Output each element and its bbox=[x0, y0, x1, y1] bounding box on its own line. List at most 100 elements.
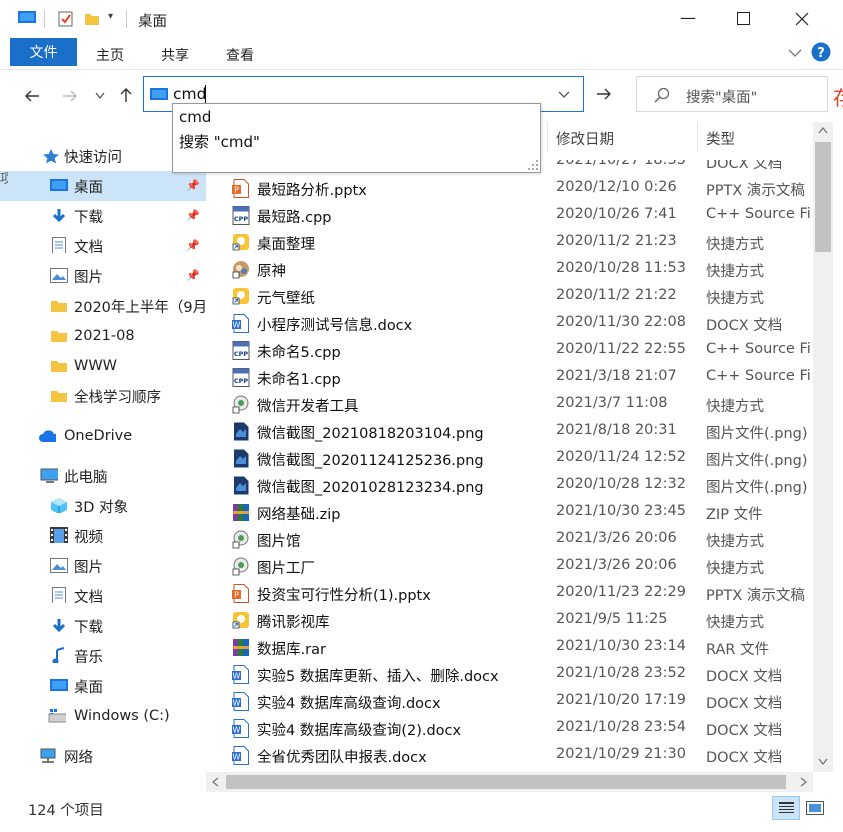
file-row[interactable]: W 实验4 数据库高级查询(2).docx 2021/10/28 23:54 DOCX… bbox=[206, 715, 812, 742]
file-row[interactable]: P 投资宝可行性分析(1).pptx 2020/11/23 22:29 PPTX 演示… bbox=[206, 580, 812, 607]
sidebar-item-drive-c[interactable]: Windows (C:) bbox=[0, 701, 206, 731]
svg-text:?: ? bbox=[817, 46, 825, 61]
sidebar-item-documents[interactable]: 文档 📌 bbox=[0, 231, 206, 261]
file-row[interactable]: 微信截图_20201028123234.png 2020/10/28 12:32 图… bbox=[206, 472, 812, 499]
go-arrow-icon[interactable] bbox=[596, 88, 612, 100]
file-row[interactable]: 图片馆 2021/3/26 20:06 快捷方式 bbox=[206, 526, 812, 553]
file-row[interactable]: 图片工厂 2021/3/26 20:06 快捷方式 bbox=[206, 553, 812, 580]
large-icons-view-icon[interactable] bbox=[806, 801, 824, 815]
file-name: 实验5 数据库更新、插入、删除.docx bbox=[257, 669, 499, 685]
file-row[interactable]: 微信截图_20201124125236.png 2020/11/24 12:52 图… bbox=[206, 445, 812, 472]
vertical-scrollbar[interactable] bbox=[813, 122, 833, 772]
chevron-down-icon[interactable]: ▾ bbox=[108, 11, 113, 22]
column-modified-date[interactable]: 修改日期 bbox=[556, 128, 614, 149]
folder-icon bbox=[51, 391, 67, 402]
new-folder-icon[interactable] bbox=[84, 11, 100, 27]
back-arrow-icon[interactable] bbox=[24, 90, 40, 102]
file-row[interactable]: 微信截图_20210818203104.png 2021/8/18 20:31 图片… bbox=[206, 418, 812, 445]
file-name: 元气壁纸 bbox=[257, 291, 315, 307]
file-date: 2021/3/26 20:06 bbox=[556, 557, 677, 573]
sidebar-item-documents[interactable]: 文档 bbox=[0, 581, 206, 611]
file-type: DOCX 文档 bbox=[706, 723, 783, 739]
sidebar-item-label: WWW bbox=[74, 358, 118, 374]
sidebar-item-folder[interactable]: WWW bbox=[0, 351, 206, 381]
tab-share[interactable]: 共享 bbox=[161, 45, 189, 65]
sidebar-item-desktop[interactable]: 桌面 📌 bbox=[0, 171, 206, 201]
pptx-file-icon: P bbox=[232, 584, 250, 603]
sidebar-item-pictures[interactable]: 图片 bbox=[0, 551, 206, 581]
autocomplete-item[interactable]: 搜索 "cmd" bbox=[179, 131, 260, 152]
file-row[interactable]: W 全省优秀团队申报表.docx 2021/10/29 21:30 DOCX 文档 bbox=[206, 742, 812, 769]
file-row[interactable]: W 实验5 数据库更新、插入、删除.docx 2021/10/28 23:52 DOC… bbox=[206, 661, 812, 688]
file-row[interactable]: CPP 未命名1.cpp 2021/3/18 21:07 C++ Source Fil… bbox=[206, 364, 812, 391]
scroll-thumb[interactable] bbox=[815, 142, 831, 252]
file-row[interactable]: CPP 最短路.cpp 2020/10/26 7:41 C++ Source File bbox=[206, 202, 812, 229]
file-name: 实验4 数据库高级查询.docx bbox=[257, 696, 441, 712]
divider bbox=[126, 10, 127, 28]
autocomplete-item[interactable]: cmd bbox=[179, 108, 211, 126]
sidebar-item-downloads[interactable]: 下载 bbox=[0, 611, 206, 641]
chevron-down-icon[interactable] bbox=[95, 92, 105, 100]
item-count: 124 个项目 bbox=[28, 803, 104, 819]
scroll-up-icon[interactable] bbox=[818, 127, 828, 134]
sidebar-item-folder[interactable]: 2021-08 bbox=[0, 321, 206, 351]
folder-icon bbox=[51, 301, 67, 312]
chevron-down-icon[interactable] bbox=[788, 48, 802, 58]
png-file-icon bbox=[232, 422, 250, 441]
sidebar-item-music[interactable]: 音乐 bbox=[0, 641, 206, 671]
scroll-down-icon[interactable] bbox=[818, 758, 828, 765]
file-type: 快捷方式 bbox=[706, 264, 764, 280]
tab-view[interactable]: 查看 bbox=[226, 45, 254, 65]
sidebar-item-3d-objects[interactable]: 3D 对象 bbox=[0, 491, 206, 521]
file-name: 最短路.cpp bbox=[257, 210, 332, 226]
tab-home[interactable]: 主页 bbox=[96, 45, 124, 65]
sidebar-item-videos[interactable]: 视频 bbox=[0, 521, 206, 551]
sidebar-item-downloads[interactable]: 下载 📌 bbox=[0, 201, 206, 231]
file-row[interactable]: 数据库.rar 2021/10/30 23:14 RAR 文件 bbox=[206, 634, 812, 661]
file-row[interactable]: 元气壁纸 2020/11/2 21:22 快捷方式 bbox=[206, 283, 812, 310]
tab-file[interactable]: 文件 bbox=[10, 38, 77, 66]
sidebar-item-folder[interactable]: 全栈学习顺序 bbox=[0, 381, 206, 411]
scroll-right-icon[interactable] bbox=[800, 777, 807, 787]
sidebar-item-network[interactable]: 网络 bbox=[0, 741, 206, 771]
forward-arrow-icon[interactable] bbox=[62, 90, 78, 102]
file-row[interactable]: W 小程序测试号信息.docx 2020/11/30 22:08 DOCX 文档 bbox=[206, 310, 812, 337]
docx-file-icon: W bbox=[232, 746, 250, 765]
up-arrow-icon[interactable] bbox=[119, 87, 133, 103]
file-row[interactable]: CPP 未命名5.cpp 2020/11/22 22:55 C++ Source Fi… bbox=[206, 337, 812, 364]
scroll-thumb[interactable] bbox=[226, 775, 786, 789]
chevron-down-icon[interactable] bbox=[558, 91, 570, 99]
scroll-left-icon[interactable] bbox=[212, 777, 219, 787]
file-row[interactable]: 微信开发者工具 2021/3/7 11:08 快捷方式 bbox=[206, 391, 812, 418]
address-input[interactable]: cmd bbox=[173, 85, 206, 103]
sidebar-item-folder[interactable]: 2020年上半年（9月 bbox=[0, 291, 207, 321]
resize-grip-icon[interactable] bbox=[528, 160, 538, 170]
sidebar-item-desktop[interactable]: 桌面 bbox=[0, 671, 206, 701]
file-row[interactable]: W 实验4 数据库高级查询.docx 2021/10/20 17:19 DOCX 文档 bbox=[206, 688, 812, 715]
column-type[interactable]: 类型 bbox=[706, 128, 735, 149]
help-icon[interactable]: ? bbox=[811, 42, 831, 62]
maximize-button[interactable] bbox=[737, 12, 751, 26]
sidebar-item-label: 全栈学习顺序 bbox=[74, 389, 161, 406]
sidebar-item-onedrive[interactable]: OneDrive bbox=[0, 421, 206, 451]
file-name: 微信截图_20201028123234.png bbox=[257, 480, 484, 496]
docx-file-icon: W bbox=[232, 314, 250, 333]
file-row[interactable]: 原神 2020/10/28 11:53 快捷方式 bbox=[206, 256, 812, 283]
close-button[interactable] bbox=[795, 12, 809, 26]
details-view-button[interactable] bbox=[772, 796, 800, 820]
minimize-button[interactable]: — bbox=[680, 8, 696, 27]
file-row[interactable]: P 最短路分析.pptx 2020/12/10 0:26 PPTX 演示文稿 bbox=[206, 175, 812, 202]
title-bar: ▾ 桌面 — bbox=[0, 0, 843, 38]
svg-text:P: P bbox=[234, 186, 239, 195]
sidebar-item-this-pc[interactable]: 此电脑 bbox=[0, 461, 206, 491]
file-row[interactable]: 桌面整理 2020/11/2 21:23 快捷方式 bbox=[206, 229, 812, 256]
properties-icon[interactable] bbox=[58, 11, 74, 27]
file-name: 微信截图_20210818203104.png bbox=[257, 426, 484, 442]
search-box[interactable]: 搜索"桌面" bbox=[636, 76, 828, 112]
file-row[interactable]: 腾讯影视库 2021/9/5 11:25 快捷方式 bbox=[206, 607, 812, 634]
file-row[interactable]: 网络基础.zip 2021/10/30 23:45 ZIP 文件 bbox=[206, 499, 812, 526]
file-date: 2021/9/5 11:25 bbox=[556, 611, 668, 627]
file-date: 2020/11/30 22:08 bbox=[556, 314, 686, 330]
sidebar-item-pictures[interactable]: 图片 📌 bbox=[0, 261, 206, 291]
horizontal-scrollbar[interactable] bbox=[206, 772, 813, 792]
